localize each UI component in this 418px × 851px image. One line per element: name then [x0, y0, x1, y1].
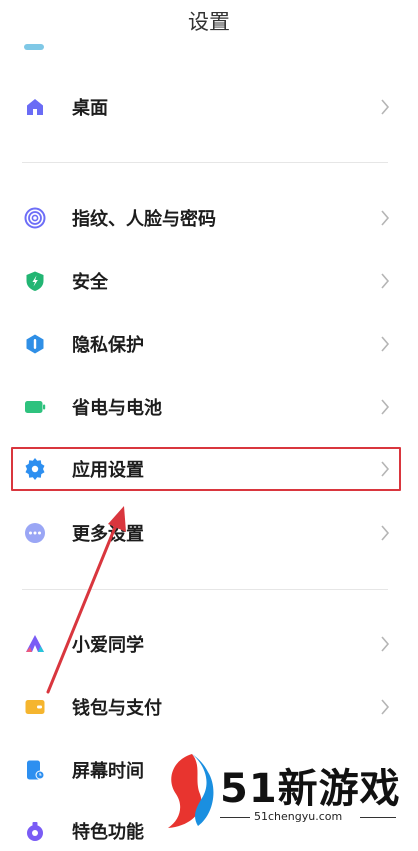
- annotation-arrow: [46, 506, 126, 694]
- watermark: 51新游戏 51chengyu.com: [162, 750, 402, 832]
- watermark-line-left: [220, 817, 250, 818]
- watermark-line-right: [360, 817, 396, 818]
- watermark-logo: [168, 754, 214, 828]
- watermark-site: 51chengyu.com: [254, 810, 343, 823]
- watermark-brand: 51新游戏: [220, 766, 401, 812]
